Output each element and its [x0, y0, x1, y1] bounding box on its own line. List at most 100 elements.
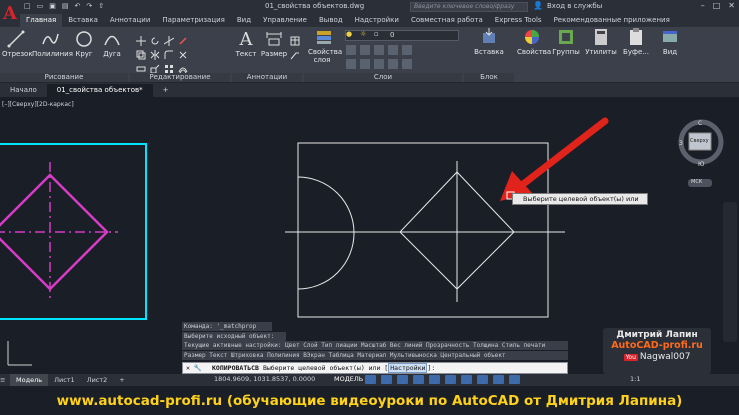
tab-home[interactable]: Главная [20, 14, 63, 27]
wrench-icon[interactable]: 🔧 [194, 364, 202, 372]
array-icon[interactable] [164, 59, 174, 73]
save-icon[interactable]: ▣ [49, 2, 56, 10]
draw-group-label[interactable]: Рисование [0, 73, 128, 82]
isodraft-icon[interactable] [429, 375, 440, 384]
layer-tool-icon[interactable] [360, 59, 370, 69]
tab-insert[interactable]: Вставка [62, 14, 104, 27]
properties-button[interactable]: Свойства [517, 27, 551, 73]
snap-icon[interactable] [381, 375, 392, 384]
layer-tool-icon[interactable] [402, 59, 412, 69]
circle-button[interactable]: Круг [72, 29, 96, 58]
viewcube-top[interactable]: Сверху [690, 138, 709, 144]
layout-tab-sheet2[interactable]: Лист2 [81, 374, 114, 386]
user-icon[interactable]: 👤 [533, 1, 543, 10]
bulb-icon[interactable]: ● [346, 30, 356, 40]
navigation-bar[interactable] [723, 202, 737, 342]
tab-collaborate[interactable]: Совместная работа [405, 14, 489, 27]
open-icon[interactable]: ▭ [37, 2, 44, 10]
share-icon[interactable]: ⇧ [98, 2, 104, 10]
explode-icon[interactable] [178, 45, 188, 59]
annotation-group-label[interactable]: Аннотации [232, 73, 302, 82]
annotation-scale[interactable]: 1:1 [630, 375, 640, 383]
file-tab-drawing[interactable]: 01_свойства объектов* [46, 84, 153, 97]
ortho-icon[interactable] [397, 375, 408, 384]
table-icon[interactable] [290, 31, 300, 46]
osnap-icon[interactable] [445, 375, 456, 384]
groups-button[interactable]: Группы [551, 27, 581, 73]
command-close-icon[interactable]: ✕ [186, 364, 190, 372]
tab-menu-icon[interactable]: ≡ [0, 376, 10, 384]
autocad-logo[interactable]: A [0, 0, 20, 27]
layers-group-label[interactable]: Слои [304, 73, 462, 82]
tab-express-tools[interactable]: Express Tools [489, 14, 548, 27]
layer-tool-icon[interactable] [388, 59, 398, 69]
clipboard-button[interactable]: Буфе... [621, 27, 651, 73]
layout-tab-sheet1[interactable]: Лист1 [48, 374, 81, 386]
tab-annotate[interactable]: Аннотации [104, 14, 156, 27]
polar-icon[interactable] [413, 375, 424, 384]
tab-view[interactable]: Вид [231, 14, 257, 27]
transparency-icon[interactable] [493, 375, 504, 384]
tab-manage[interactable]: Управление [257, 14, 313, 27]
undo-icon[interactable]: ↶ [75, 2, 81, 10]
minimize-icon[interactable]: – [701, 1, 705, 10]
offset-icon[interactable] [178, 59, 188, 74]
redo-icon[interactable]: ↷ [86, 2, 92, 10]
stretch-icon[interactable] [136, 59, 146, 72]
copy-icon[interactable] [136, 45, 146, 60]
layer-properties-button[interactable]: Свойства слоя [308, 27, 342, 64]
view-button[interactable]: Вид [655, 27, 685, 73]
sun-icon[interactable]: ☼ [360, 30, 370, 40]
tab-parametric[interactable]: Параметризация [156, 14, 230, 27]
login-button[interactable]: Вход в службы [547, 2, 602, 10]
layer-tool-icon[interactable] [360, 45, 370, 55]
viewcube-south[interactable]: Ю [698, 161, 704, 168]
search-input[interactable]: Введите ключевое слово/фразу [410, 2, 528, 12]
trim-icon[interactable] [163, 31, 175, 46]
modify-group-label[interactable]: Редактирование [130, 73, 230, 82]
layer-tool-icon[interactable] [402, 45, 412, 55]
ucs-label[interactable]: МСК [691, 179, 702, 185]
insert-button[interactable]: Вставка [468, 27, 510, 56]
layer-tool-icon[interactable] [346, 45, 356, 55]
text-button[interactable]: A Текст [234, 29, 258, 59]
lock-icon[interactable]: ▫ [374, 30, 384, 40]
file-tab-start[interactable]: Начало [0, 84, 47, 97]
lineweight-icon[interactable] [477, 375, 488, 384]
tab-featured-apps[interactable]: Рекомендованные приложения [548, 14, 676, 27]
close-icon[interactable]: ✕ [728, 1, 735, 10]
settings-option[interactable]: Настройки [388, 363, 428, 373]
new-icon[interactable]: □ [24, 2, 31, 10]
fillet-icon[interactable] [164, 45, 174, 59]
layer-tool-icon[interactable] [374, 45, 384, 55]
layer-tool-icon[interactable] [346, 59, 356, 69]
mirror-icon[interactable] [150, 45, 160, 60]
grid-icon[interactable] [365, 375, 376, 384]
block-group-label[interactable]: Блок [464, 73, 514, 82]
arc-button[interactable]: Дуга [100, 29, 124, 58]
saveas-icon[interactable]: ▤ [62, 2, 69, 10]
layout-tab-model[interactable]: Модель [10, 374, 49, 386]
viewcube-west[interactable]: З [679, 140, 683, 147]
dimension-button[interactable]: Размер [260, 29, 288, 58]
model-space-button[interactable]: МОДЕЛЬ [334, 375, 363, 383]
otrack-icon[interactable] [461, 375, 472, 384]
utilities-button[interactable]: Утилиты [585, 27, 617, 73]
move-icon[interactable] [136, 31, 146, 46]
polyline-button[interactable]: Полилиния [32, 29, 73, 58]
tab-output[interactable]: Вывод [313, 14, 349, 27]
tab-addins[interactable]: Надстройки [349, 14, 405, 27]
viewcube-north[interactable]: С [698, 120, 702, 127]
command-line[interactable]: ✕ 🔧 КОПИРОВАТЬСВ Выберите целевой объект… [182, 362, 568, 374]
maximize-icon[interactable]: □ [713, 1, 721, 10]
leader-icon[interactable] [290, 45, 300, 60]
layer-tool-icon[interactable] [374, 59, 384, 69]
rotate-icon[interactable] [150, 31, 160, 45]
erase-icon[interactable] [178, 31, 188, 45]
layer-tool-icon[interactable] [388, 45, 398, 55]
new-tab-icon[interactable]: + [153, 84, 179, 97]
selection-cycling-icon[interactable] [509, 375, 520, 384]
line-button[interactable]: Отрезок [2, 29, 33, 58]
add-layout-icon[interactable]: + [113, 374, 130, 386]
scale-icon[interactable] [150, 59, 160, 74]
